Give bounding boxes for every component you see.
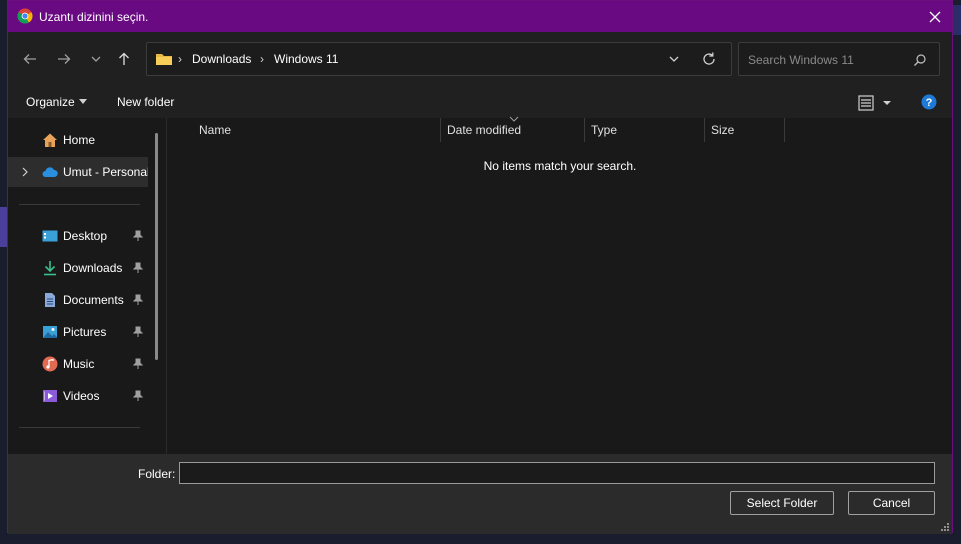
folder-name-input[interactable] xyxy=(179,462,935,484)
up-button[interactable] xyxy=(113,48,135,70)
home-icon xyxy=(43,133,57,147)
search-icon[interactable] xyxy=(913,53,927,67)
title-bar: Uzantı dizinini seçin. xyxy=(8,1,952,32)
pin-icon[interactable] xyxy=(132,294,144,306)
empty-results-message: No items match your search. xyxy=(483,159,637,173)
chevron-down-icon xyxy=(91,56,101,62)
dialog-footer: Folder: Select Folder Cancel xyxy=(8,454,952,534)
select-folder-button[interactable]: Select Folder xyxy=(730,491,834,515)
nav-pane-scrollbar[interactable] xyxy=(155,133,158,360)
pictures-icon xyxy=(43,326,57,338)
pin-icon[interactable] xyxy=(132,326,144,338)
sidebar-item-music[interactable]: Music xyxy=(8,349,148,379)
pin-icon[interactable] xyxy=(132,262,144,274)
resize-grip-icon[interactable] xyxy=(940,522,950,532)
document-icon xyxy=(45,293,55,307)
nav-divider xyxy=(19,204,140,205)
sort-caret-icon xyxy=(509,116,519,122)
background-app-strip-right xyxy=(953,5,961,35)
search-input[interactable]: Search Windows 11 xyxy=(748,53,854,67)
sidebar-item-desktop[interactable]: Desktop xyxy=(8,221,148,251)
arrow-right-icon xyxy=(58,54,71,64)
navigation-bar: › Downloads › Windows 11 Search Windows … xyxy=(8,32,952,86)
breadcrumb-downloads[interactable]: Downloads xyxy=(192,52,251,66)
breadcrumb-separator: › xyxy=(260,52,264,66)
column-header-size[interactable]: Size xyxy=(711,123,734,137)
video-icon xyxy=(43,390,57,402)
folder-picker-dialog: Uzantı dizinini seçin. › Downloads › Win… xyxy=(7,0,953,534)
background-app-strip xyxy=(0,207,7,247)
sidebar-item-label: Home xyxy=(63,133,96,147)
sidebar-item-onedrive[interactable]: Umut - Personal xyxy=(8,157,148,187)
cancel-button[interactable]: Cancel xyxy=(848,491,935,515)
column-header-name[interactable]: Name xyxy=(199,123,231,137)
navigation-pane: Home Umut - Personal Desktop Downloads D… xyxy=(8,118,166,454)
column-divider[interactable] xyxy=(704,118,705,142)
dialog-title: Uzantı dizinini seçin. xyxy=(39,10,149,24)
breadcrumb-separator: › xyxy=(178,52,182,66)
sidebar-item-home[interactable]: Home xyxy=(8,125,148,155)
download-icon xyxy=(44,261,56,276)
svg-text:?: ? xyxy=(926,97,933,109)
folder-icon xyxy=(156,54,172,65)
new-folder-button[interactable]: New folder xyxy=(117,95,174,109)
command-bar: Organize New folder ? xyxy=(8,86,952,118)
folder-label: Folder: xyxy=(138,467,176,481)
music-icon xyxy=(42,356,58,372)
organize-button[interactable]: Organize xyxy=(26,95,87,109)
pin-icon[interactable] xyxy=(132,358,144,370)
address-bar[interactable]: › Downloads › Windows 11 xyxy=(146,42,732,76)
address-dropdown-icon[interactable] xyxy=(667,52,681,66)
close-icon[interactable] xyxy=(924,6,946,28)
pin-icon[interactable] xyxy=(132,390,144,402)
nav-divider xyxy=(19,427,140,428)
arrow-left-icon xyxy=(23,54,36,64)
column-divider[interactable] xyxy=(440,118,441,142)
help-icon[interactable]: ? xyxy=(921,94,937,110)
column-header-date-modified[interactable]: Date modified xyxy=(447,123,521,137)
column-header-type[interactable]: Type xyxy=(591,123,617,137)
sidebar-item-downloads[interactable]: Downloads xyxy=(8,253,148,283)
chevron-right-icon[interactable] xyxy=(19,166,31,178)
file-list-pane: Name Date modified Type Size No items ma… xyxy=(166,116,952,454)
sidebar-item-videos[interactable]: Videos xyxy=(8,381,148,411)
sidebar-item-label: Umut - Personal xyxy=(63,165,148,179)
sidebar-item-pictures[interactable]: Pictures xyxy=(8,317,148,347)
caret-down-icon xyxy=(78,99,87,104)
chrome-icon xyxy=(17,8,33,24)
forward-button[interactable] xyxy=(53,48,75,70)
back-button[interactable] xyxy=(19,48,41,70)
column-divider[interactable] xyxy=(584,118,585,142)
organize-label: Organize xyxy=(26,95,75,109)
recent-locations-button[interactable] xyxy=(85,48,107,70)
arrow-up-icon xyxy=(119,52,129,65)
refresh-icon[interactable] xyxy=(700,50,718,68)
view-options-icon[interactable] xyxy=(858,94,898,112)
onedrive-cloud-icon xyxy=(42,167,58,177)
sidebar-item-documents[interactable]: Documents xyxy=(8,285,148,315)
pin-icon[interactable] xyxy=(132,230,144,242)
desktop-icon xyxy=(42,230,58,242)
breadcrumb-windows-11[interactable]: Windows 11 xyxy=(274,52,338,66)
column-divider[interactable] xyxy=(784,118,785,142)
search-box[interactable]: Search Windows 11 xyxy=(738,42,940,76)
